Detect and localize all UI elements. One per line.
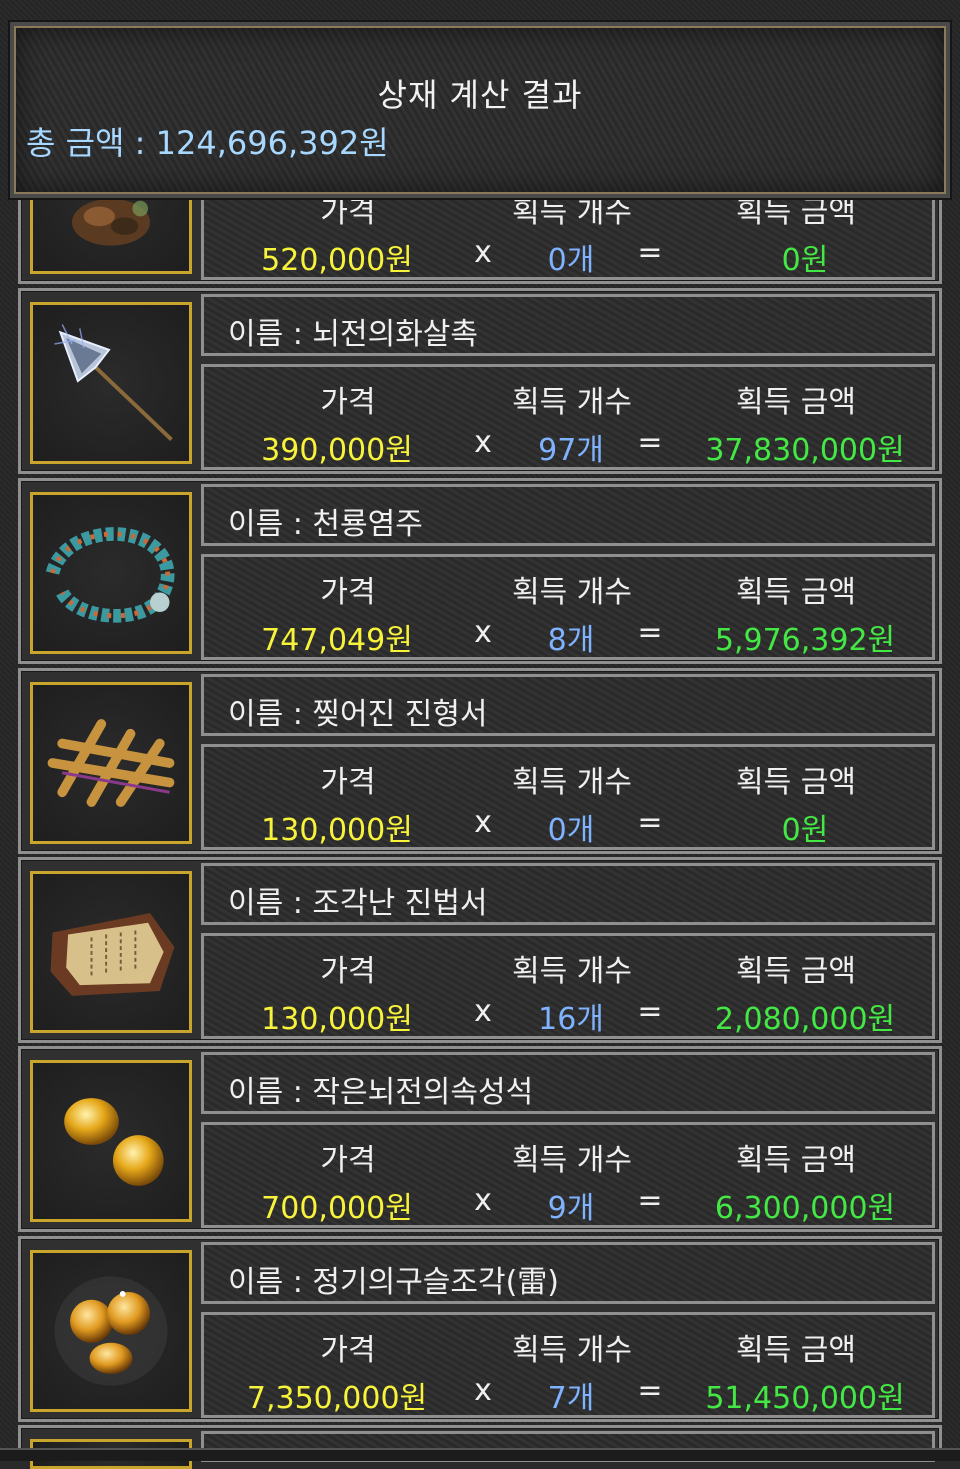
gold-stones-icon: [30, 1060, 192, 1222]
amount-label: 획득 금액: [736, 575, 856, 610]
amount-label: 획득 금액: [736, 765, 856, 800]
scroll-icon: [30, 871, 192, 1033]
price-value: 130,000원: [261, 1002, 413, 1037]
count-value: 97개: [538, 433, 604, 468]
result-header: 상재 계산 결과 총 금액 : 124,696,392원: [8, 20, 952, 200]
count-label: 획득 개수: [512, 575, 632, 610]
price-label: 가격: [320, 1143, 376, 1178]
item-name-bar: 이름 : 정기의구슬조각(雷): [201, 1242, 935, 1304]
price-label: 가격: [320, 765, 376, 800]
amount-label: 획득 금액: [736, 1333, 856, 1368]
equals-sign: =: [637, 1373, 663, 1408]
dragon-beads-icon: [30, 492, 192, 654]
item-name: 이름 : 정기의구슬조각(雷): [228, 1265, 559, 1300]
count-value: 0개: [547, 813, 595, 848]
item-info: 가격 획득 개수 획득 금액 390,000원 x 97개 = 37,830,0…: [201, 364, 935, 470]
bottom-border: [0, 1448, 960, 1461]
gold-orbs-icon: [30, 1250, 192, 1412]
list-item: 이름 : 찢어진 진형서 가격 획득 개수 획득 금액 130,000원 x 0…: [18, 668, 942, 854]
count-label: 획득 개수: [512, 385, 632, 420]
amount-value: 0원: [781, 243, 829, 278]
item-name: 이름 : 천룡염주: [228, 507, 423, 542]
amount-value: 37,830,000원: [705, 433, 905, 468]
price-label: 가격: [320, 575, 376, 610]
item-info: 가격 획득 개수 획득 금액 130,000원 x 16개 = 2,080,00…: [201, 933, 935, 1039]
equals-sign: =: [637, 1183, 663, 1218]
amount-value: 51,450,000원: [705, 1381, 905, 1416]
price-label: 가격: [320, 1333, 376, 1368]
equals-sign: =: [637, 235, 663, 270]
multiply-sign: x: [474, 425, 492, 460]
amount-value: 6,300,000원: [714, 1191, 896, 1226]
amount-value: 0원: [781, 813, 829, 848]
count-value: 8개: [547, 623, 595, 658]
item-name-bar: 이름 : 천룡염주: [201, 484, 935, 546]
multiply-sign: x: [474, 994, 492, 1029]
item-name: 이름 : 뇌전의화살촉: [228, 317, 478, 352]
amount-label: 획득 금액: [736, 1143, 856, 1178]
price-value: 700,000원: [261, 1191, 413, 1226]
total-label: 총 금액 :: [26, 124, 156, 162]
count-value: 16개: [538, 1002, 604, 1037]
equals-sign: =: [637, 615, 663, 650]
item-name: 이름 : 작은뇌전의속성석: [228, 1075, 534, 1110]
price-label: 가격: [320, 954, 376, 989]
item-info: 가격 획득 개수 획득 금액 700,000원 x 9개 = 6,300,000…: [201, 1122, 935, 1228]
item-info: 가격 획득 개수 획득 금액 130,000원 x 0개 = 0원: [201, 744, 935, 850]
count-label: 획득 개수: [512, 1333, 632, 1368]
equals-sign: =: [637, 994, 663, 1029]
count-value: 7개: [547, 1381, 595, 1416]
amount-label: 획득 금액: [736, 385, 856, 420]
price-value: 7,350,000원: [246, 1381, 428, 1416]
multiply-sign: x: [474, 805, 492, 840]
amount-value: 2,080,000원: [714, 1002, 896, 1037]
price-value: 390,000원: [261, 433, 413, 468]
result-list[interactable]: 가격 획득 개수 획득 금액 520,000원 x 0개 = 0원 이름 : 뇌…: [18, 0, 942, 1469]
item-name-bar: 이름 : 뇌전의화살촉: [201, 294, 935, 356]
item-info: 가격 획득 개수 획득 금액 747,049원 x 8개 = 5,976,392…: [201, 554, 935, 660]
multiply-sign: x: [474, 1373, 492, 1408]
equals-sign: =: [637, 805, 663, 840]
count-value: 0개: [547, 243, 595, 278]
count-label: 획득 개수: [512, 954, 632, 989]
price-label: 가격: [320, 385, 376, 420]
count-label: 획득 개수: [512, 765, 632, 800]
item-name: 이름 : 찢어진 진형서: [228, 697, 488, 732]
item-name-bar: 이름 : 찢어진 진형서: [201, 674, 935, 736]
price-value: 520,000원: [261, 243, 413, 278]
count-label: 획득 개수: [512, 1143, 632, 1178]
wood-fence-icon: [30, 682, 192, 844]
count-value: 9개: [547, 1191, 595, 1226]
multiply-sign: x: [474, 615, 492, 650]
item-info: 가격 획득 개수 획득 금액 7,350,000원 x 7개 = 51,450,…: [201, 1312, 935, 1418]
item-name-bar: 이름 : 작은뇌전의속성석: [201, 1052, 935, 1114]
list-item: 이름 : 정기의구슬조각(雷) 가격 획득 개수 획득 금액 7,350,000…: [18, 1236, 942, 1422]
multiply-sign: x: [474, 235, 492, 270]
list-item: 이름 : 조각난 진법서 가격 획득 개수 획득 금액 130,000원 x 1…: [18, 857, 942, 1043]
list-item: 이름 : 뇌전의화살촉 가격 획득 개수 획득 금액 390,000원 x 97…: [18, 288, 942, 474]
page-title: 상재 계산 결과: [377, 76, 583, 114]
list-item: 이름 : 작은뇌전의속성석 가격 획득 개수 획득 금액 700,000원 x …: [18, 1046, 942, 1232]
total-value: 124,696,392원: [155, 124, 389, 162]
list-item: 이름 : 천룡염주 가격 획득 개수 획득 금액 747,049원 x 8개 =…: [18, 478, 942, 664]
price-value: 130,000원: [261, 813, 413, 848]
multiply-sign: x: [474, 1183, 492, 1218]
total-amount: 총 금액 : 124,696,392원: [26, 118, 389, 164]
item-name: 이름 : 조각난 진법서: [228, 886, 488, 921]
equals-sign: =: [637, 425, 663, 460]
spear-icon: [30, 302, 192, 464]
amount-label: 획득 금액: [736, 954, 856, 989]
price-value: 747,049원: [261, 623, 413, 658]
amount-value: 5,976,392원: [714, 623, 896, 658]
item-name-bar: 이름 : 조각난 진법서: [201, 863, 935, 925]
